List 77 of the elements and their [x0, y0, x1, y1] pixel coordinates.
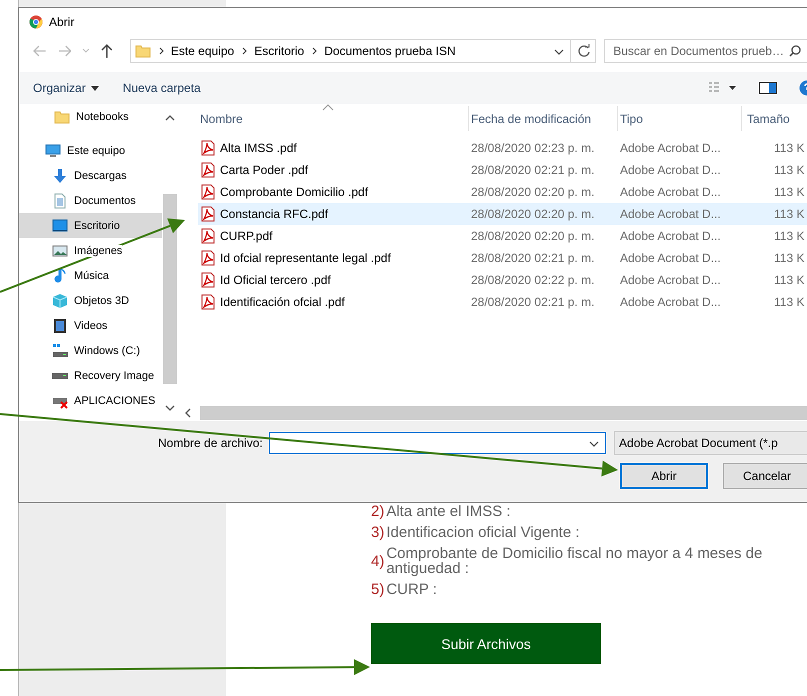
file-name-label: Nombre de archivo:: [157, 436, 263, 450]
open-button[interactable]: Abrir: [620, 463, 708, 489]
file-type: Adobe Acrobat D...: [619, 273, 722, 287]
file-row[interactable]: Carta Poder .pdf 28/08/2020 02:21 p. m. Adobe Acrobat D... 113 K: [198, 159, 807, 181]
file-name: Constancia RFC.pdf: [220, 207, 328, 221]
column-header[interactable]: Nombre: [198, 106, 469, 131]
file-size: 113 K: [773, 295, 806, 309]
file-row[interactable]: Alta IMSS .pdf 28/08/2020 02:23 p. m. Adobe Acrobat D... 113 K: [198, 137, 807, 159]
modified-date: 28/08/2020 02:21 p. m.: [470, 251, 596, 265]
file-name: Identificación ofcial .pdf: [220, 295, 345, 309]
modified-date: 28/08/2020 02:23 p. m.: [470, 141, 596, 155]
file-name: Carta Poder .pdf: [220, 163, 308, 177]
nav-item[interactable]: Notebooks: [19, 104, 162, 129]
breadcrumb[interactable]: Este equipo: [170, 44, 234, 58]
address-bar[interactable]: Este equipo Escritorio Documentos prueba ISN: [130, 39, 596, 63]
window-title: Abrir: [49, 15, 74, 29]
breadcrumb[interactable]: Escritorio: [254, 44, 304, 58]
file-type-dropdown[interactable]: Adobe Acrobat Document (*.p: [614, 431, 807, 455]
requirement-label: Alta ante el IMSS :: [386, 504, 512, 519]
cancel-button[interactable]: Cancelar: [723, 463, 807, 489]
file-size: 113 K: [773, 207, 806, 221]
file-name: Comprobante Domicilio .pdf: [220, 185, 368, 199]
item-number: 2): [371, 504, 384, 519]
file-row[interactable]: Constancia RFC.pdf 28/08/2020 02:20 p. m. Adobe Acrobat D... 113 K: [198, 203, 807, 225]
column-header[interactable]: Tipo: [618, 106, 742, 131]
nav-item[interactable]: APLICACIONES: [19, 388, 162, 413]
modified-date: 28/08/2020 02:20 p. m.: [470, 207, 596, 221]
file-size: 113 K: [773, 163, 806, 177]
nav-item[interactable]: Música: [19, 263, 162, 288]
item-number: 3): [371, 525, 384, 540]
nav-item[interactable]: Escritorio: [19, 213, 162, 238]
search-field[interactable]: Buscar en Documentos prueb…: [604, 39, 807, 63]
file-row[interactable]: Comprobante Domicilio .pdf 28/08/2020 02:20 p. m. Adobe Acrobat D... 113 K: [198, 181, 807, 203]
nav-item[interactable]: Descargas: [19, 163, 162, 188]
modified-date: 28/08/2020 02:22 p. m.: [470, 273, 596, 287]
column-header[interactable]: Fecha de modificación: [469, 106, 618, 131]
file-type: Adobe Acrobat D...: [619, 251, 722, 265]
breadcrumb[interactable]: Documentos prueba ISN: [324, 44, 456, 58]
organize-menu[interactable]: Organizar: [29, 79, 103, 97]
file-name: Id ofcial representante legal .pdf: [220, 251, 391, 265]
file-row[interactable]: Id ofcial representante legal .pdf 28/08/2020 02:21 p. m. Adobe Acrobat D... 113 K: [198, 247, 807, 269]
nav-item[interactable]: Recovery Image: [19, 363, 162, 388]
requirement-label: Identificacion oficial Vigente :: [386, 525, 581, 540]
file-type: Adobe Acrobat D...: [619, 207, 722, 221]
file-size: 113 K: [773, 229, 806, 243]
column-header[interactable]: Tamaño: [742, 106, 807, 131]
file-type: Adobe Acrobat D...: [619, 185, 722, 199]
nav-item[interactable]: Imágenes: [19, 238, 162, 263]
file-type: Adobe Acrobat D...: [619, 163, 722, 177]
file-size: 113 K: [773, 185, 806, 199]
item-number: 4): [371, 554, 384, 568]
file-name: Id Oficial tercero .pdf: [220, 273, 331, 287]
requirement-label: Comprobante de Domicilio fiscal no mayor a 4 meses de antiguedad :: [386, 546, 764, 576]
new-folder-button[interactable]: Nueva carpeta: [118, 79, 205, 97]
file-type: Adobe Acrobat D...: [619, 141, 722, 155]
modified-date: 28/08/2020 02:20 p. m.: [470, 229, 596, 243]
nav-item[interactable]: Documentos: [19, 188, 162, 213]
nav-item[interactable]: Videos: [19, 313, 162, 338]
item-number: 5): [371, 582, 384, 597]
modified-date: 28/08/2020 02:20 p. m.: [470, 185, 596, 199]
file-type: Adobe Acrobat D...: [619, 295, 722, 309]
file-size: 113 K: [773, 251, 806, 265]
file-size: 113 K: [773, 273, 806, 287]
file-row[interactable]: Identificación ofcial .pdf 28/08/2020 02:21 p. m. Adobe Acrobat D... 113 K: [198, 291, 807, 313]
file-name: Alta IMSS .pdf: [220, 141, 297, 155]
modified-date: 28/08/2020 02:21 p. m.: [470, 295, 596, 309]
nav-item[interactable]: Windows (C:): [19, 338, 162, 363]
file-row[interactable]: Id Oficial tercero .pdf 28/08/2020 02:22 p. m. Adobe Acrobat D... 113 K: [198, 269, 807, 291]
file-name: CURP.pdf: [220, 229, 272, 243]
nav-item[interactable]: Objetos 3D: [19, 288, 162, 313]
upload-files-button[interactable]: Subir Archivos: [371, 623, 601, 664]
file-size: 113 K: [773, 141, 806, 155]
file-row[interactable]: CURP.pdf 28/08/2020 02:20 p. m. Adobe Acrobat D... 113 K: [198, 225, 807, 247]
nav-item[interactable]: Este equipo: [19, 138, 162, 163]
requirement-label: CURP :: [386, 582, 438, 597]
file-type: Adobe Acrobat D...: [619, 229, 722, 243]
modified-date: 28/08/2020 02:21 p. m.: [470, 163, 596, 177]
